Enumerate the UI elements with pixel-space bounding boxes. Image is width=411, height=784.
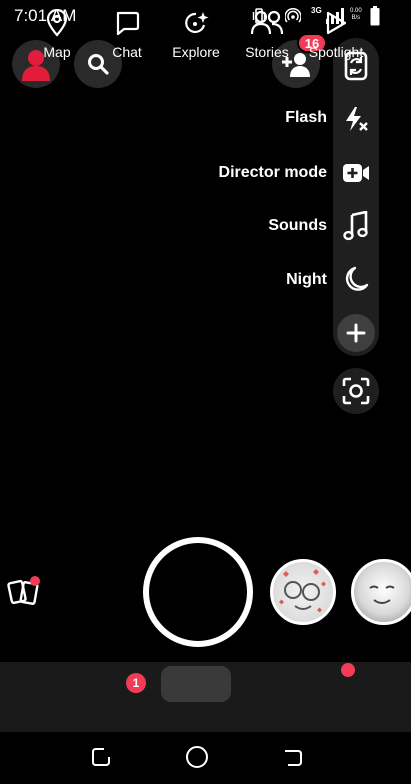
- night-label: Night: [286, 271, 327, 288]
- director-mode-button[interactable]: [333, 153, 379, 193]
- night-mode-button[interactable]: [333, 260, 379, 300]
- nav-stories-label: Stories: [245, 44, 289, 60]
- plus-icon: [346, 323, 366, 343]
- nav-chat[interactable]: Chat: [104, 0, 150, 70]
- flash-label: Flash: [285, 109, 327, 126]
- spotlight-notification-dot: [341, 663, 355, 677]
- nav-explore[interactable]: Explore: [166, 0, 226, 70]
- scan-icon: [342, 377, 370, 405]
- flash-off-icon: [346, 107, 368, 131]
- lens-face-icon: [369, 585, 395, 604]
- memories-notification-dot: [30, 576, 40, 586]
- scan-button[interactable]: [333, 368, 379, 414]
- lens-thumbnail[interactable]: [351, 559, 411, 625]
- sounds-label: Sounds: [268, 217, 327, 234]
- map-pin-icon: [46, 9, 68, 37]
- nav-chat-label: Chat: [112, 44, 142, 60]
- nav-map[interactable]: Map: [32, 0, 82, 70]
- stories-people-icon: [250, 10, 284, 35]
- chat-bubble-icon: [116, 11, 140, 36]
- moon-icon: [345, 266, 369, 291]
- spotlight-play-icon: [326, 11, 347, 35]
- lens-face-icon: [279, 569, 326, 613]
- nav-map-label: Map: [43, 44, 71, 60]
- home-circle-icon: [186, 746, 208, 768]
- nav-stories[interactable]: Stories: [240, 0, 294, 70]
- more-tools-button[interactable]: [337, 314, 375, 352]
- capture-button[interactable]: [143, 537, 253, 647]
- nav-spotlight[interactable]: Spotlight: [303, 0, 369, 70]
- home-button[interactable]: [182, 742, 212, 772]
- back-icon: [285, 750, 302, 766]
- chat-unread-badge: 1: [126, 673, 146, 693]
- music-note-icon: [343, 211, 368, 241]
- sounds-button[interactable]: [333, 206, 379, 246]
- flash-button[interactable]: [333, 99, 379, 139]
- explore-active-highlight: [161, 666, 231, 702]
- back-button[interactable]: [278, 742, 308, 772]
- recent-apps-button[interactable]: [86, 742, 116, 772]
- battery-icon: [370, 6, 380, 26]
- nav-explore-label: Explore: [172, 44, 220, 60]
- nav-spotlight-label: Spotlight: [308, 44, 364, 60]
- recent-apps-icon: [92, 748, 110, 766]
- explore-sparkle-icon: [185, 12, 209, 34]
- lens-thumbnail[interactable]: [270, 559, 336, 625]
- director-mode-label: Director mode: [218, 164, 327, 181]
- director-mode-icon: [343, 164, 369, 182]
